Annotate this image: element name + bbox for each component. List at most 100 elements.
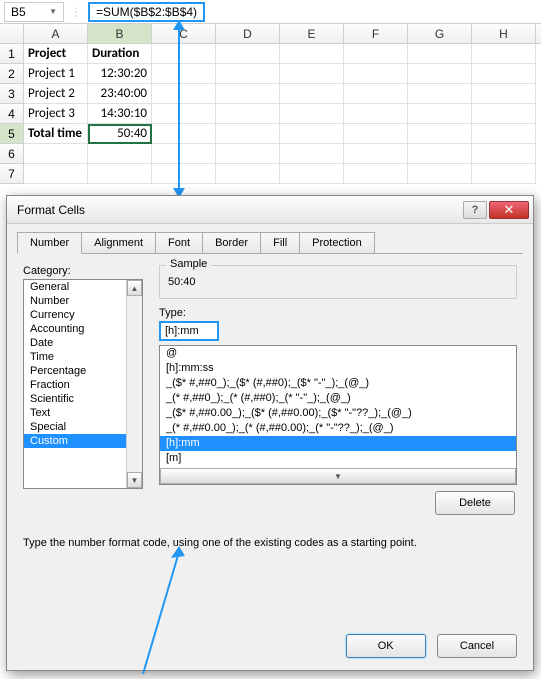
scroll-up-icon[interactable]: ▲ [127, 280, 142, 296]
cell[interactable] [408, 104, 472, 124]
cell[interactable]: 23:40:00 [88, 84, 152, 104]
col-header[interactable]: E [280, 24, 344, 43]
category-item[interactable]: Date [24, 336, 142, 350]
cancel-button[interactable]: Cancel [437, 634, 517, 658]
cell[interactable] [216, 144, 280, 164]
cell[interactable] [152, 44, 216, 64]
cell[interactable] [216, 84, 280, 104]
cell[interactable] [472, 124, 536, 144]
tab-alignment[interactable]: Alignment [81, 232, 156, 254]
cell[interactable] [408, 164, 472, 184]
cell[interactable] [344, 44, 408, 64]
category-list[interactable]: General Number Currency Accounting Date … [23, 279, 143, 489]
tab-fill[interactable]: Fill [260, 232, 300, 254]
cell[interactable] [152, 124, 216, 144]
row-header[interactable]: 2 [0, 64, 24, 84]
cell[interactable]: Project [24, 44, 88, 64]
formula-input[interactable]: =SUM($B$2:$B$4) [88, 2, 205, 22]
format-item-selected[interactable]: [h]:mm [160, 436, 516, 451]
category-item[interactable]: Accounting [24, 322, 142, 336]
cell[interactable] [152, 104, 216, 124]
category-item-custom[interactable]: Custom [24, 434, 142, 448]
cell[interactable] [472, 64, 536, 84]
cell[interactable] [344, 64, 408, 84]
cell[interactable] [472, 44, 536, 64]
cell[interactable] [152, 164, 216, 184]
name-box[interactable]: B5 ▼ [4, 2, 64, 22]
cell[interactable] [408, 64, 472, 84]
cell[interactable]: 12:30:20 [88, 64, 152, 84]
cell[interactable] [344, 104, 408, 124]
cell[interactable] [472, 84, 536, 104]
format-item[interactable]: _(* #,##0_);_(* (#,##0);_(* "-"_);_(@_) [160, 391, 516, 406]
cell[interactable] [88, 164, 152, 184]
row-header[interactable]: 5 [0, 124, 24, 144]
cell[interactable] [472, 104, 536, 124]
format-item[interactable]: @ [160, 346, 516, 361]
cell[interactable] [152, 64, 216, 84]
help-button[interactable]: ? [463, 201, 487, 219]
category-item[interactable]: Number [24, 294, 142, 308]
cell[interactable]: Total time [24, 124, 88, 144]
format-code-list[interactable]: @ [h]:mm:ss _($* #,##0_);_($* (#,##0);_(… [159, 345, 517, 485]
col-header[interactable]: G [408, 24, 472, 43]
active-cell[interactable]: 50:40 [88, 124, 152, 144]
scroll-down-icon[interactable]: ▼ [127, 472, 142, 488]
cell[interactable] [24, 144, 88, 164]
cell[interactable] [216, 124, 280, 144]
cell[interactable] [88, 144, 152, 164]
category-item[interactable]: Fraction [24, 378, 142, 392]
delete-button[interactable]: Delete [435, 491, 515, 515]
format-item[interactable]: _(* #,##0.00_);_(* (#,##0.00);_(* "-"??_… [160, 421, 516, 436]
cell[interactable] [280, 64, 344, 84]
cell[interactable] [280, 104, 344, 124]
ok-button[interactable]: OK [346, 634, 426, 658]
category-item[interactable]: Percentage [24, 364, 142, 378]
cell[interactable] [216, 44, 280, 64]
close-button[interactable]: ✕ [489, 201, 529, 219]
cell[interactable] [216, 164, 280, 184]
cell[interactable] [280, 164, 344, 184]
cell[interactable] [408, 44, 472, 64]
cell[interactable] [152, 84, 216, 104]
row-header[interactable]: 4 [0, 104, 24, 124]
select-all-corner[interactable] [0, 24, 24, 43]
cell[interactable]: Project 2 [24, 84, 88, 104]
category-item[interactable]: Text [24, 406, 142, 420]
col-header[interactable]: B [88, 24, 152, 43]
category-item[interactable]: Time [24, 350, 142, 364]
cell[interactable] [216, 64, 280, 84]
scrollbar[interactable]: ▲ ▼ [126, 280, 142, 488]
cell[interactable]: Project 3 [24, 104, 88, 124]
category-item[interactable]: Special [24, 420, 142, 434]
row-header[interactable]: 3 [0, 84, 24, 104]
tab-protection[interactable]: Protection [299, 232, 375, 254]
tab-font[interactable]: Font [155, 232, 203, 254]
col-header[interactable]: D [216, 24, 280, 43]
cell[interactable] [408, 84, 472, 104]
cell[interactable] [408, 124, 472, 144]
type-input[interactable]: [h]:mm [159, 321, 219, 341]
cell[interactable] [24, 164, 88, 184]
format-item[interactable]: _($* #,##0_);_($* (#,##0);_($* "-"_);_(@… [160, 376, 516, 391]
row-header[interactable]: 7 [0, 164, 24, 184]
row-header[interactable]: 1 [0, 44, 24, 64]
cell[interactable] [344, 84, 408, 104]
cell[interactable] [408, 144, 472, 164]
cell[interactable] [344, 164, 408, 184]
cell[interactable] [472, 144, 536, 164]
cell[interactable]: Project 1 [24, 64, 88, 84]
cell[interactable] [280, 44, 344, 64]
format-item[interactable]: [m] [160, 451, 516, 466]
tab-border[interactable]: Border [202, 232, 261, 254]
format-item[interactable]: [h]:mm:ss [160, 361, 516, 376]
cell[interactable] [280, 144, 344, 164]
cell[interactable] [152, 144, 216, 164]
cell[interactable] [344, 144, 408, 164]
col-header[interactable]: F [344, 24, 408, 43]
row-header[interactable]: 6 [0, 144, 24, 164]
cell[interactable] [280, 124, 344, 144]
col-header[interactable]: H [472, 24, 536, 43]
col-header[interactable]: A [24, 24, 88, 43]
category-item[interactable]: General [24, 280, 142, 294]
